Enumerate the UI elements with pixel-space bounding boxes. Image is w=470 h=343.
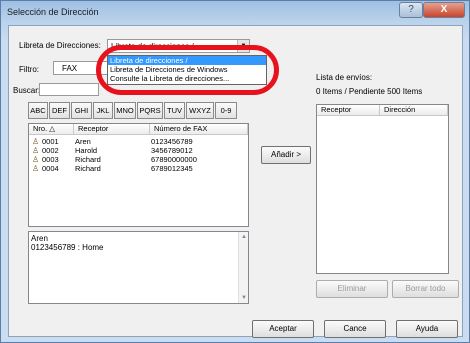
scroll-down-icon[interactable]: ▼ bbox=[239, 293, 249, 303]
row-receptor: Harold bbox=[75, 146, 98, 155]
column-header-send-receptor[interactable]: Receptor bbox=[317, 105, 380, 116]
accept-button[interactable]: Aceptar bbox=[252, 320, 314, 338]
column-header-fax[interactable]: Número de FAX bbox=[150, 124, 248, 135]
row-fax: 3456789012 bbox=[151, 146, 193, 155]
question-icon: ? bbox=[408, 4, 414, 15]
search-label: Buscar: bbox=[13, 86, 41, 95]
row-receptor: Richard bbox=[75, 155, 101, 164]
table-row[interactable]: ♙ 0002 Harold 3456789012 bbox=[29, 146, 239, 155]
column-header-nro[interactable]: Nro. △ bbox=[29, 124, 74, 135]
row-fax: 0123456789 bbox=[151, 137, 193, 146]
table-row[interactable]: ♙ 0004 Richard 6789012345 bbox=[29, 164, 239, 173]
details-box: Aren 0123456789 : Home ▲ ▼ bbox=[28, 231, 249, 304]
table-row[interactable]: ♙ 0003 Richard 67890000000 bbox=[29, 155, 239, 164]
alpha-button-pqrs[interactable]: PQRS bbox=[137, 102, 163, 119]
window-title: Selección de Dirección bbox=[7, 7, 99, 17]
address-book-label: Libreta de Direcciones: bbox=[19, 41, 101, 50]
dropdown-option-windows[interactable]: Libreta de Direcciones de Windows bbox=[108, 65, 266, 74]
send-list-status: 0 Items / Pendiente 500 Items bbox=[316, 87, 423, 96]
filter-label: Filtro: bbox=[19, 65, 39, 74]
dropdown-option-libreta[interactable]: Libreta de direcciones / bbox=[108, 56, 266, 65]
address-list[interactable]: Nro. △ Receptor Número de FAX ♙ 0001 Are… bbox=[28, 123, 249, 227]
add-button[interactable]: Añadir > bbox=[261, 146, 311, 164]
contact-icon: ♙ bbox=[32, 164, 40, 173]
delete-button[interactable]: Eliminar bbox=[316, 280, 388, 298]
send-list[interactable]: Receptor Dirección bbox=[316, 104, 449, 274]
send-list-label: Lista de envíos: bbox=[316, 73, 373, 82]
contact-icon: ♙ bbox=[32, 155, 40, 164]
details-fax: 0123456789 : Home bbox=[31, 243, 104, 252]
cancel-button[interactable]: Cance bbox=[324, 320, 386, 338]
scroll-up-icon[interactable]: ▲ bbox=[239, 232, 249, 242]
help-button[interactable]: Ayuda bbox=[396, 320, 458, 338]
row-nro: 0004 bbox=[42, 164, 59, 173]
address-book-select[interactable]: Libreta de direcciones / ▼ bbox=[107, 39, 250, 53]
details-name: Aren bbox=[31, 234, 48, 243]
contact-icon: ♙ bbox=[32, 146, 40, 155]
title-bar: Selección de Dirección ? X bbox=[1, 1, 469, 25]
address-book-dropdown: Libreta de direcciones / Libreta de Dire… bbox=[107, 55, 267, 85]
alpha-button-wxyz[interactable]: WXYZ bbox=[186, 102, 214, 119]
details-scrollbar[interactable]: ▲ ▼ bbox=[238, 232, 248, 303]
alpha-button-tuv[interactable]: TUV bbox=[164, 102, 185, 119]
alpha-button-jkl[interactable]: JKL bbox=[93, 102, 113, 119]
alpha-button-ghi[interactable]: GHI bbox=[71, 102, 92, 119]
dropdown-option-consulte[interactable]: Consulte la Libreta de direcciones... bbox=[108, 74, 266, 83]
column-header-receptor[interactable]: Receptor bbox=[74, 124, 150, 135]
alpha-button-def[interactable]: DEF bbox=[49, 102, 70, 119]
row-fax: 67890000000 bbox=[151, 155, 197, 164]
contact-icon: ♙ bbox=[32, 137, 40, 146]
row-fax: 6789012345 bbox=[151, 164, 193, 173]
filter-value: FAX bbox=[62, 64, 78, 73]
close-icon: X bbox=[440, 4, 448, 15]
search-input[interactable] bbox=[39, 83, 99, 96]
row-nro: 0003 bbox=[42, 155, 59, 164]
close-button[interactable]: X bbox=[423, 2, 465, 18]
filter-select[interactable]: FAX bbox=[53, 61, 113, 75]
column-header-direccion[interactable]: Dirección bbox=[380, 105, 448, 116]
clear-all-button[interactable]: Borrar todo bbox=[392, 280, 459, 298]
help-title-button[interactable]: ? bbox=[399, 2, 423, 18]
alpha-button-abc[interactable]: ABC bbox=[28, 102, 48, 119]
table-row[interactable]: ♙ 0001 Aren 0123456789 bbox=[29, 137, 239, 146]
row-receptor: Aren bbox=[75, 137, 91, 146]
alpha-button-0-9[interactable]: 0-9 bbox=[215, 102, 237, 119]
address-book-value: Libreta de direcciones / bbox=[111, 42, 194, 51]
row-receptor: Richard bbox=[75, 164, 101, 173]
alpha-button-mno[interactable]: MNO bbox=[114, 102, 136, 119]
row-nro: 0002 bbox=[42, 146, 59, 155]
row-nro: 0001 bbox=[42, 137, 59, 146]
chevron-down-icon: ▼ bbox=[237, 40, 249, 52]
address-selection-window: Selección de Dirección ? X Libreta de Di… bbox=[0, 0, 470, 343]
